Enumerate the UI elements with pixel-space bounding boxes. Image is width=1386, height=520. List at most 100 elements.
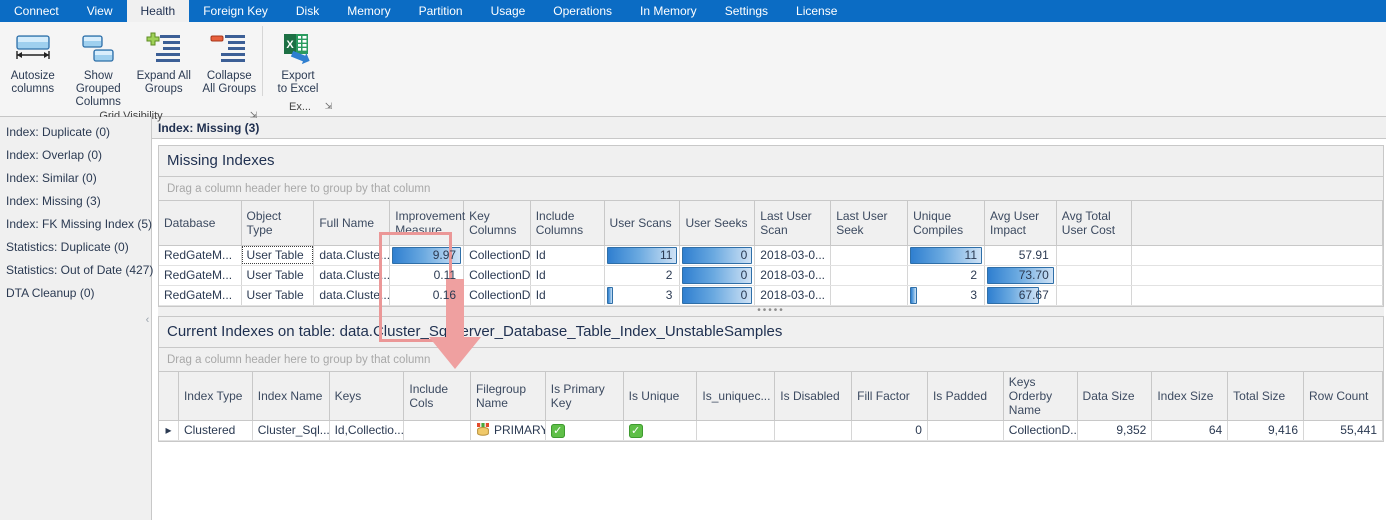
cell-user-seeks: 0 [679, 285, 756, 306]
cell-improvement-measure: 9.97 [389, 245, 465, 266]
missing-indexes-panel: Missing Indexes Drag a column header her… [158, 145, 1384, 307]
ribbon-tab-view[interactable]: View [73, 0, 127, 22]
current-col-include-cols[interactable]: Include Cols [403, 371, 471, 421]
sidebar-item-index-duplicate-0[interactable]: Index: Duplicate (0) [0, 121, 151, 144]
missing-col-include-columns[interactable]: Include Columns [530, 201, 605, 246]
autosize-columns-label: Autosize columns [10, 70, 55, 95]
cell-avg-user-impact: 57.91 [984, 245, 1057, 266]
sidebar-item-index-fk-missing-index-5[interactable]: Index: FK Missing Index (5) [0, 213, 152, 236]
missing-col-last-user-scan[interactable]: Last User Scan [754, 201, 832, 246]
autosize-columns-button[interactable]: Autosize columns [0, 27, 66, 96]
current-col-is-primary-key[interactable]: Is Primary Key [545, 371, 624, 421]
current-col-keys-orderby-name[interactable]: Keys Orderby Name [1003, 371, 1078, 421]
current-col-total-size[interactable]: Total Size [1227, 371, 1304, 421]
expand-groups-icon [144, 29, 184, 69]
current-col-is-uniquec[interactable]: Is_uniquec... [696, 371, 776, 421]
show-grouped-columns-button[interactable]: Show Grouped Columns [66, 27, 132, 109]
cell-user-scans: 3 [604, 285, 681, 306]
sidebar-item-dta-cleanup-0[interactable]: DTA Cleanup (0) [0, 282, 151, 305]
current-col-index-type[interactable]: Index Type [178, 371, 253, 421]
ribbon-tab-in-memory[interactable]: In Memory [626, 0, 711, 22]
missing-col-improvement-measure[interactable]: Improvement Measure [389, 201, 465, 246]
cell-value: 0 [740, 248, 748, 262]
missing-col-object-type[interactable]: Object Type [241, 201, 315, 246]
expand-all-groups-button[interactable]: Expand All Groups [131, 27, 197, 96]
current-col-index-name[interactable]: Index Name [252, 371, 330, 421]
cell-include-columns: Id [530, 245, 605, 266]
cell-object-type: User Table [241, 285, 315, 306]
filegroup-label: PRIMARY [493, 423, 546, 437]
missing-indexes-group-bar[interactable]: Drag a column header here to group by th… [159, 177, 1383, 201]
ribbon-tab-memory[interactable]: Memory [333, 0, 404, 22]
current-col-data-size[interactable]: Data Size [1077, 371, 1153, 421]
ribbon-tab-license[interactable]: License [782, 0, 851, 22]
cell-avg-total-user-cost [1056, 265, 1132, 286]
current-col-is-unique[interactable]: Is Unique [623, 371, 698, 421]
sidebar-item-index-similar-0[interactable]: Index: Similar (0) [0, 167, 151, 190]
current-col-index-size[interactable]: Index Size [1151, 371, 1229, 421]
data-bar [910, 286, 917, 304]
cell-avg-user-impact: 67.67 [984, 285, 1057, 306]
export-dialog-launcher-icon[interactable]: ⇲ [323, 101, 334, 112]
current-col-blank-0[interactable] [159, 371, 179, 421]
export-to-excel-label: Export to Excel [277, 70, 319, 95]
sidebar-item-index-missing-3[interactable]: Index: Missing (3) [0, 190, 151, 213]
cell-filler [1131, 265, 1384, 286]
sidebar-item-statistics-out-of-date-427[interactable]: Statistics: Out of Date (427) [0, 259, 153, 282]
export-excel-icon: X [278, 29, 318, 69]
ribbon-tab-settings[interactable]: Settings [711, 0, 782, 22]
cell-last-user-seek [830, 245, 909, 266]
cell-value: 3 [970, 288, 977, 302]
ribbon-tab-operations[interactable]: Operations [539, 0, 626, 22]
cell-last-user-scan: 2018-03-0... [754, 285, 832, 306]
missing-col-user-seeks[interactable]: User Seeks [679, 201, 756, 246]
cell-value: 11 [964, 248, 977, 262]
splitter-dots: ••••• [757, 305, 785, 316]
row-expander-icon[interactable]: ▸ [159, 420, 179, 441]
current-col-keys[interactable]: Keys [329, 371, 405, 421]
cell-last-user-seek [830, 285, 909, 306]
missing-col-full-name[interactable]: Full Name [313, 201, 391, 246]
ribbon-tab-usage[interactable]: Usage [477, 0, 540, 22]
table-row[interactable]: RedGateM... User Table data.Cluste... 0.11 C… [159, 265, 1384, 286]
cell-index-type: Clustered [178, 420, 253, 441]
grid-splitter[interactable]: ••••• [158, 305, 1384, 316]
missing-col-key-columns[interactable]: Key Columns [463, 201, 531, 246]
missing-col-database[interactable]: Database [159, 201, 242, 246]
ribbon-tab-foreign-key[interactable]: Foreign Key [189, 0, 282, 22]
sidebar-item-statistics-duplicate-0[interactable]: Statistics: Duplicate (0) [0, 236, 151, 259]
ribbon-group-title-export: Ex... ⇲ [263, 100, 337, 116]
table-row[interactable]: ▸ Clustered Cluster_Sql... Id,Collectio... P… [159, 420, 1383, 441]
ribbon-tab-connect[interactable]: Connect [0, 0, 73, 22]
grid-visibility-dialog-launcher-icon[interactable]: ⇲ [248, 110, 259, 121]
ribbon-tabstrip: Connect View Health Foreign Key Disk Memory Pa… [0, 0, 1386, 22]
ribbon-tab-partition[interactable]: Partition [405, 0, 477, 22]
current-col-is-padded[interactable]: Is Padded [927, 371, 1004, 421]
current-col-row-count[interactable]: Row Count [1303, 371, 1383, 421]
missing-col-avg-user-impact[interactable]: Avg User Impact [984, 201, 1057, 246]
missing-col-unique-compiles[interactable]: Unique Compiles [907, 201, 985, 246]
cell-value: 0.11 [433, 268, 457, 282]
cell-key-columns: CollectionD... [463, 265, 531, 286]
current-indexes-group-bar[interactable]: Drag a column header here to group by th… [159, 347, 1383, 372]
sidebar-collapse-chevron-icon[interactable]: ‹ [143, 307, 152, 333]
collapse-all-groups-button[interactable]: Collapse All Groups [197, 27, 263, 96]
missing-col-avg-total-user-cost[interactable]: Avg Total User Cost [1056, 201, 1132, 246]
export-to-excel-button[interactable]: X Export to Excel [263, 27, 333, 96]
current-col-is-disabled[interactable]: Is Disabled [774, 371, 853, 421]
missing-col-last-user-seek[interactable]: Last User Seek [830, 201, 909, 246]
table-row[interactable]: RedGateM... User Table data.Cluste... 9.97 C… [159, 245, 1384, 266]
sidebar-item-index-overlap-0[interactable]: Index: Overlap (0) [0, 144, 151, 167]
ribbon-tab-disk[interactable]: Disk [282, 0, 333, 22]
missing-col-user-scans[interactable]: User Scans [604, 201, 681, 246]
grids-container: Missing Indexes Drag a column header her… [152, 139, 1386, 442]
ribbon-tab-health[interactable]: Health [126, 0, 190, 22]
missing-col-blank-13[interactable] [1131, 201, 1384, 246]
cell-unique-compiles: 11 [907, 245, 985, 266]
data-bar [606, 286, 613, 304]
current-col-fill-factor[interactable]: Fill Factor [851, 371, 928, 421]
cell-index-name: Cluster_Sql... [252, 420, 330, 441]
current-col-filegroup-name[interactable]: Filegroup Name [470, 371, 546, 421]
table-row[interactable]: RedGateM... User Table data.Cluste... 0.16 C… [159, 285, 1384, 306]
cell-total-size: 9,416 [1227, 420, 1304, 441]
